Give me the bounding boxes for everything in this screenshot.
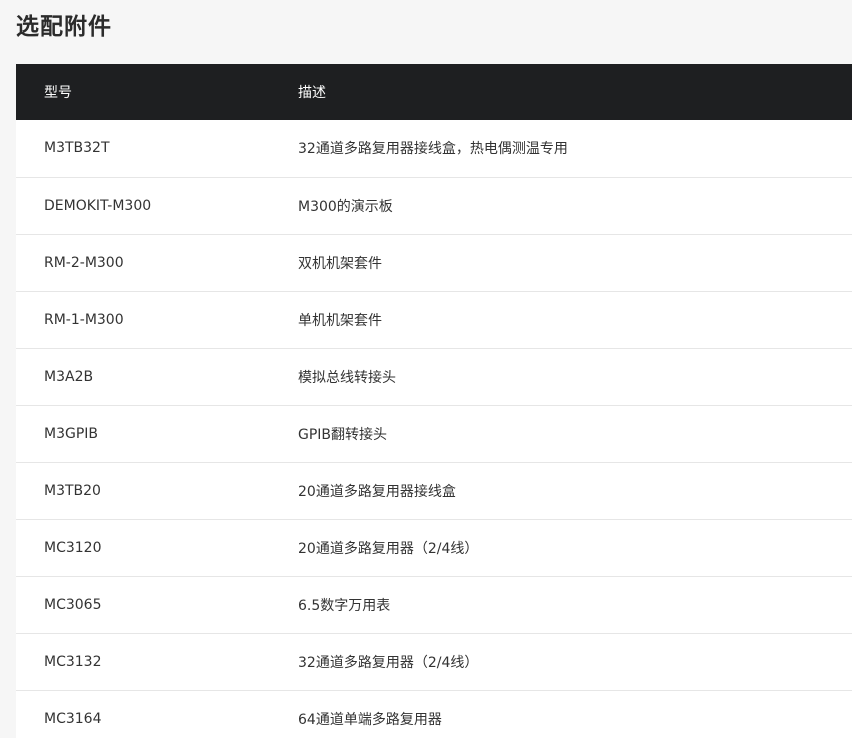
table-row: MC3164 64通道单端多路复用器 bbox=[16, 690, 852, 738]
cell-model: M3TB20 bbox=[44, 482, 101, 499]
table-header: 型号 描述 bbox=[16, 64, 852, 120]
table-row: MC3120 20通道多路复用器（2/4线） bbox=[16, 519, 852, 576]
cell-model: M3A2B bbox=[44, 368, 94, 385]
table-row: RM-1-M300 单机机架套件 bbox=[16, 291, 852, 348]
accessories-table-container[interactable]: 型号 描述 M3TB32T 32通道多路复用器接线盒，热电偶测温专用 DEMOK… bbox=[16, 64, 852, 738]
cell-description: GPIB翻转接头 bbox=[298, 426, 388, 443]
section-title: 选配附件 bbox=[16, 14, 112, 40]
table-row: M3TB32T 32通道多路复用器接线盒，热电偶测温专用 bbox=[16, 120, 852, 177]
cell-description: 6.5数字万用表 bbox=[298, 597, 391, 614]
cell-description: M300的演示板 bbox=[298, 198, 393, 215]
table-row: DEMOKIT-M300 M300的演示板 bbox=[16, 177, 852, 234]
cell-model: MC3120 bbox=[44, 539, 102, 556]
accessories-page: 选配附件 型号 描述 M3TB32T 32通道多路复用器接线盒，热电偶测温专用 … bbox=[0, 0, 852, 738]
cell-description: 32通道多路复用器（2/4线） bbox=[298, 654, 479, 671]
cell-description: 20通道多路复用器接线盒 bbox=[298, 483, 456, 500]
cell-model: MC3132 bbox=[44, 653, 102, 670]
cell-description: 20通道多路复用器（2/4线） bbox=[298, 540, 479, 557]
accessories-table: 型号 描述 M3TB32T 32通道多路复用器接线盒，热电偶测温专用 DEMOK… bbox=[16, 64, 852, 738]
table-row: M3GPIB GPIB翻转接头 bbox=[16, 405, 852, 462]
cell-description: 32通道多路复用器接线盒，热电偶测温专用 bbox=[298, 141, 568, 158]
cell-description: 模拟总线转接头 bbox=[298, 369, 396, 386]
cell-model: M3GPIB bbox=[44, 425, 99, 442]
table-header-row: 型号 描述 bbox=[16, 64, 852, 120]
table-row: MC3132 32通道多路复用器（2/4线） bbox=[16, 633, 852, 690]
column-header-model: 型号 bbox=[44, 85, 72, 101]
table-body: M3TB32T 32通道多路复用器接线盒，热电偶测温专用 DEMOKIT-M30… bbox=[16, 120, 852, 738]
table-row: RM-2-M300 双机机架套件 bbox=[16, 234, 852, 291]
column-header-description: 描述 bbox=[298, 85, 326, 101]
cell-model: RM-2-M300 bbox=[44, 254, 124, 271]
table-row: MC3065 6.5数字万用表 bbox=[16, 576, 852, 633]
cell-description: 单机机架套件 bbox=[298, 312, 382, 329]
cell-model: M3TB32T bbox=[44, 140, 110, 157]
table-row: M3TB20 20通道多路复用器接线盒 bbox=[16, 462, 852, 519]
table-row: M3A2B 模拟总线转接头 bbox=[16, 348, 852, 405]
cell-description: 双机机架套件 bbox=[298, 255, 382, 272]
cell-model: MC3164 bbox=[44, 710, 102, 727]
cell-description: 64通道单端多路复用器 bbox=[298, 711, 442, 728]
cell-model: DEMOKIT-M300 bbox=[44, 197, 152, 214]
cell-model: RM-1-M300 bbox=[44, 311, 124, 328]
cell-model: MC3065 bbox=[44, 596, 102, 613]
